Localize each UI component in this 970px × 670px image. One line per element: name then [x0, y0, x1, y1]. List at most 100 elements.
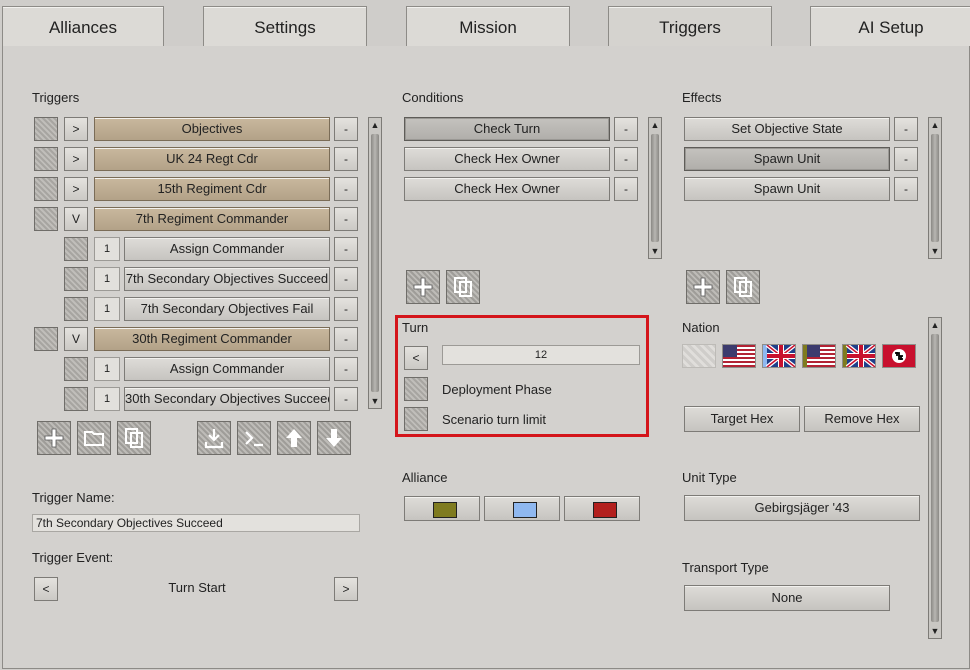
- trigger-item[interactable]: 30th Regiment Commander: [94, 327, 330, 351]
- trigger-enable-checkbox[interactable]: [64, 267, 88, 291]
- remove-trigger-button[interactable]: -: [334, 147, 358, 171]
- trigger-enable-checkbox[interactable]: [34, 327, 58, 351]
- move-down-button[interactable]: [317, 421, 351, 455]
- usa-flag-icon[interactable]: [722, 344, 756, 368]
- scroll-up-icon[interactable]: ▲: [929, 318, 941, 332]
- scroll-up-icon[interactable]: ▲: [929, 118, 941, 132]
- tab-ai-setup[interactable]: AI Setup: [810, 6, 970, 47]
- remove-trigger-button[interactable]: -: [334, 207, 358, 231]
- trigger-expand-toggle[interactable]: >: [64, 117, 88, 141]
- italy-uk-flag-icon[interactable]: [842, 343, 877, 369]
- scroll-thumb[interactable]: [371, 134, 379, 392]
- event-prev-button[interactable]: <: [34, 577, 58, 601]
- move-up-button[interactable]: [277, 421, 311, 455]
- remove-condition-button[interactable]: -: [614, 177, 638, 201]
- trigger-repeat-count[interactable]: 1: [94, 357, 120, 381]
- scroll-thumb[interactable]: [931, 134, 939, 242]
- condition-item[interactable]: Check Turn: [404, 117, 610, 141]
- alliance-button-1[interactable]: [404, 496, 480, 521]
- scroll-down-icon[interactable]: ▼: [929, 624, 941, 638]
- trigger-expand-toggle[interactable]: V: [64, 207, 88, 231]
- effects-scrollbar[interactable]: ▲ ▼: [928, 117, 942, 259]
- trigger-enable-checkbox[interactable]: [64, 357, 88, 381]
- unit-type-select[interactable]: Gebirgsjäger '43: [684, 495, 920, 521]
- remove-effect-button[interactable]: -: [894, 117, 918, 141]
- alliance-button-3[interactable]: [564, 496, 640, 521]
- tab-mission[interactable]: Mission: [406, 6, 570, 47]
- germany-flag-icon[interactable]: [882, 344, 916, 368]
- effect-item[interactable]: Set Objective State: [684, 117, 890, 141]
- remove-trigger-button[interactable]: -: [334, 327, 358, 351]
- target-hex-button[interactable]: Target Hex: [684, 406, 800, 432]
- trigger-enable-checkbox[interactable]: [64, 297, 88, 321]
- add-trigger-button[interactable]: [37, 421, 71, 455]
- trigger-expand-toggle[interactable]: >: [64, 147, 88, 171]
- trigger-enable-checkbox[interactable]: [34, 207, 58, 231]
- scroll-down-icon[interactable]: ▼: [929, 244, 941, 258]
- trigger-child-item[interactable]: Assign Commander: [124, 237, 330, 261]
- scroll-thumb[interactable]: [931, 334, 939, 622]
- remove-trigger-button[interactable]: -: [334, 117, 358, 141]
- settings-scrollbar[interactable]: ▲ ▼: [928, 317, 942, 639]
- remove-condition-button[interactable]: -: [614, 147, 638, 171]
- trigger-enable-checkbox[interactable]: [34, 177, 58, 201]
- copy-condition-button[interactable]: [446, 270, 480, 304]
- console-button[interactable]: [237, 421, 271, 455]
- trigger-repeat-count[interactable]: 1: [94, 237, 120, 261]
- alliance-button-2[interactable]: [484, 496, 560, 521]
- blank-flag-icon[interactable]: [682, 344, 716, 368]
- trigger-child-item[interactable]: 7th Secondary Objectives Succeed: [124, 267, 330, 291]
- scroll-up-icon[interactable]: ▲: [369, 118, 381, 132]
- copy-effect-button[interactable]: [726, 270, 760, 304]
- trigger-repeat-count[interactable]: 1: [94, 387, 120, 411]
- trigger-enable-checkbox[interactable]: [34, 147, 58, 171]
- remove-trigger-button[interactable]: -: [334, 387, 358, 411]
- remove-trigger-button[interactable]: -: [334, 357, 358, 381]
- trigger-child-item[interactable]: 7th Secondary Objectives Fail: [124, 297, 330, 321]
- tab-alliances[interactable]: Alliances: [2, 6, 164, 47]
- trigger-expand-toggle[interactable]: V: [64, 327, 88, 351]
- remove-effect-button[interactable]: -: [894, 147, 918, 171]
- remove-effect-button[interactable]: -: [894, 177, 918, 201]
- copy-trigger-button[interactable]: [117, 421, 151, 455]
- scroll-up-icon[interactable]: ▲: [649, 118, 661, 132]
- trigger-enable-checkbox[interactable]: [64, 237, 88, 261]
- effect-item[interactable]: Spawn Unit: [684, 147, 890, 171]
- remove-trigger-button[interactable]: -: [334, 267, 358, 291]
- import-button[interactable]: [197, 421, 231, 455]
- trigger-item[interactable]: Objectives: [94, 117, 330, 141]
- tab-settings[interactable]: Settings: [203, 6, 367, 47]
- remove-trigger-button[interactable]: -: [334, 177, 358, 201]
- scroll-down-icon[interactable]: ▼: [369, 394, 381, 408]
- conditions-scrollbar[interactable]: ▲ ▼: [648, 117, 662, 259]
- trigger-enable-checkbox[interactable]: [34, 117, 58, 141]
- trigger-repeat-count[interactable]: 1: [94, 297, 120, 321]
- remove-trigger-button[interactable]: -: [334, 297, 358, 321]
- remove-hex-button[interactable]: Remove Hex: [804, 406, 920, 432]
- trigger-name-input[interactable]: 7th Secondary Objectives Succeed: [32, 514, 360, 532]
- transport-type-select[interactable]: None: [684, 585, 890, 611]
- condition-item[interactable]: Check Hex Owner: [404, 147, 610, 171]
- trigger-item[interactable]: 7th Regiment Commander: [94, 207, 330, 231]
- trigger-item[interactable]: UK 24 Regt Cdr: [94, 147, 330, 171]
- add-condition-button[interactable]: [406, 270, 440, 304]
- effect-item[interactable]: Spawn Unit: [684, 177, 890, 201]
- trigger-enable-checkbox[interactable]: [64, 387, 88, 411]
- folder-button[interactable]: [77, 421, 111, 455]
- scroll-thumb[interactable]: [651, 134, 659, 242]
- scroll-down-icon[interactable]: ▼: [649, 244, 661, 258]
- trigger-child-item[interactable]: Assign Commander: [124, 357, 330, 381]
- remove-condition-button[interactable]: -: [614, 117, 638, 141]
- trigger-scrollbar[interactable]: ▲ ▼: [368, 117, 382, 409]
- trigger-expand-toggle[interactable]: >: [64, 177, 88, 201]
- remove-trigger-button[interactable]: -: [334, 237, 358, 261]
- add-effect-button[interactable]: [686, 270, 720, 304]
- deployment-phase-checkbox[interactable]: [404, 377, 428, 401]
- event-next-button[interactable]: >: [334, 577, 358, 601]
- condition-item[interactable]: Check Hex Owner: [404, 177, 610, 201]
- trigger-child-item[interactable]: 30th Secondary Objectives Succeed: [124, 387, 330, 411]
- trigger-repeat-count[interactable]: 1: [94, 267, 120, 291]
- turn-value-slider[interactable]: 12: [442, 345, 640, 365]
- trigger-item[interactable]: 15th Regiment Cdr: [94, 177, 330, 201]
- scenario-turn-limit-checkbox[interactable]: [404, 407, 428, 431]
